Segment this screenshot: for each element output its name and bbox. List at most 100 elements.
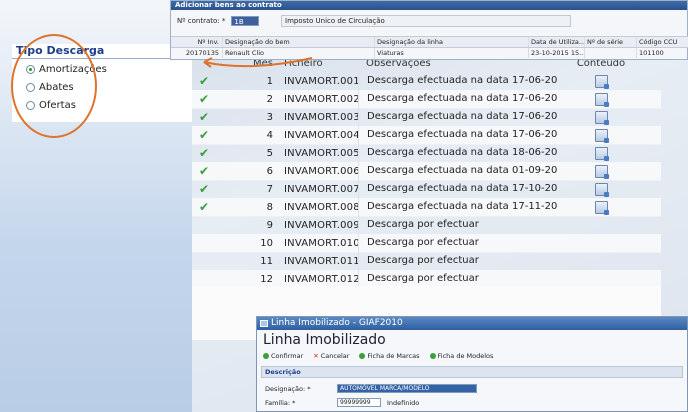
cell-observacoes: Descarga efectuada na data 17-10-20 (358, 180, 558, 198)
cell-mes: 6 (266, 165, 273, 177)
cell-observacoes: Descarga por efectuar (358, 234, 558, 252)
col-ninv[interactable]: Nº Inv. (171, 37, 223, 47)
cell-mes: 11 (260, 255, 273, 267)
cell-ficheiro: INVAMORT.008 (284, 201, 360, 213)
designacao-label: Designação: * (265, 384, 311, 393)
table-row[interactable]: 10 INVAMORT.010 Descarga por efectuar (192, 234, 661, 253)
document-icon[interactable] (594, 182, 609, 197)
check-icon: ✔ (199, 164, 210, 178)
document-icon[interactable] (594, 110, 609, 125)
cell-mes: 12 (260, 273, 273, 285)
table-row[interactable]: ✔ 6 INVAMORT.006 Descarga efectuada na data… (192, 162, 661, 181)
familia-desc: Indefinido (387, 398, 420, 407)
familia-label: Família: * (265, 398, 296, 407)
document-icon[interactable] (594, 200, 609, 215)
cell-conteudo (558, 128, 644, 143)
cell-observacoes: Descarga efectuada na data 17-06-20 (358, 72, 558, 90)
cell-mes: 8 (266, 201, 273, 213)
cell: Viaturas (375, 48, 529, 58)
window-heading: Linha Imobilizado (263, 332, 386, 348)
confirm-label: Confirmar (271, 352, 304, 360)
cell-mes: 7 (266, 183, 273, 195)
col-serie[interactable]: Nº de série (585, 37, 637, 47)
contract-number-row: Nº contrato: * 1B (177, 15, 260, 27)
document-icon[interactable] (594, 146, 609, 161)
table-row[interactable]: 9 INVAMORT.009 Descarga por efectuar (192, 216, 661, 235)
cell-ficheiro: INVAMORT.005 (284, 147, 360, 159)
document-icon[interactable] (594, 74, 609, 89)
cell (585, 48, 637, 58)
cell-observacoes: Descarga efectuada na data 17-06-20 (358, 90, 558, 108)
table-row[interactable]: ✔ 2 INVAMORT.002 Descarga efectuada na data… (192, 90, 661, 109)
cell-ficheiro: INVAMORT.012 (284, 273, 360, 285)
cancel-button[interactable]: ✕ Cancelar (313, 352, 349, 360)
empty-row (192, 286, 661, 305)
check-icon: ✔ (199, 110, 210, 124)
document-icon[interactable] (594, 92, 609, 107)
contract-window-title: Adicionar bens ao contrato (171, 1, 687, 10)
cell-observacoes: Descarga por efectuar (358, 252, 558, 270)
cell: 101100 (637, 48, 688, 58)
cell-ficheiro: INVAMORT.001 (284, 75, 360, 87)
contract-table: Nº Inv. Designação do bem Designação da … (171, 36, 688, 58)
highlight-circle (11, 34, 97, 138)
marcas-icon (359, 353, 366, 359)
descricao-section: Descrição (261, 366, 683, 378)
col-designacao-bem[interactable]: Designação do bem (223, 37, 375, 47)
ficha-modelos-button[interactable]: Ficha de Modelos (429, 352, 494, 360)
table-row[interactable]: ✔ 8 INVAMORT.008 Descarga efectuada na data… (192, 198, 661, 217)
contract-table-header: Nº Inv. Designação do bem Designação da … (171, 36, 688, 48)
confirm-button[interactable]: Confirmar (263, 352, 303, 360)
cell-conteudo (558, 74, 644, 89)
cell-conteudo (558, 110, 644, 125)
table-row[interactable]: ✔ 3 INVAMORT.003 Descarga efectuada na data… (192, 108, 661, 127)
cell-mes: 5 (266, 147, 273, 159)
cell-ficheiro: INVAMORT.002 (284, 93, 360, 105)
highlight-arrow (203, 57, 313, 68)
cell-ficheiro: INVAMORT.006 (284, 165, 360, 177)
confirm-icon (263, 353, 269, 359)
check-icon: ✔ (199, 92, 210, 106)
col-ccu[interactable]: Código CCU (637, 37, 688, 47)
cell-observacoes: Descarga por efectuar (358, 216, 558, 234)
cell-ficheiro: INVAMORT.011 (284, 255, 360, 267)
cancel-icon: ✕ (313, 352, 319, 360)
contract-number-input[interactable]: 1B (231, 16, 260, 26)
familia-input[interactable]: 99999999 (337, 398, 381, 407)
col-data[interactable]: Data de Utiliza... (529, 37, 585, 47)
cell-mes: 4 (266, 129, 273, 141)
check-icon: ✔ (199, 146, 210, 160)
cell-ficheiro: INVAMORT.007 (284, 183, 360, 195)
cell-conteudo (558, 92, 644, 107)
cell-mes: 9 (266, 219, 273, 231)
contract-description: Imposto Unico de Circulação (281, 15, 571, 27)
col-designacao-linha[interactable]: Designação da linha (375, 37, 529, 47)
document-icon[interactable] (594, 164, 609, 179)
cell-observacoes: Descarga efectuada na data 17-06-20 (358, 126, 558, 144)
document-icon[interactable] (594, 128, 609, 143)
cell-mes: 2 (266, 93, 273, 105)
cell-mes: 10 (260, 237, 273, 249)
contract-number-label: Nº contrato: * (177, 17, 226, 25)
cell-ficheiro: INVAMORT.003 (284, 111, 360, 123)
window-titlebar[interactable]: Linha Imobilizado - GIAF2010 (257, 317, 687, 330)
table-row[interactable]: ✔ 7 INVAMORT.007 Descarga efectuada na data… (192, 180, 661, 199)
cell-conteudo (558, 200, 644, 215)
table-row[interactable]: 11 INVAMORT.011 Descarga por efectuar (192, 252, 661, 271)
designacao-input[interactable]: AUTOMÓVEL MARCA/MODELO (337, 384, 477, 393)
cell-ficheiro: INVAMORT.004 (284, 129, 360, 141)
cell-observacoes: Descarga efectuada na data 18-06-20 (358, 144, 558, 162)
table-row[interactable]: ✔ 5 INVAMORT.005 Descarga efectuada na data… (192, 144, 661, 163)
ficha-marcas-button[interactable]: Ficha de Marcas (359, 352, 420, 360)
modelos-icon (429, 353, 436, 359)
table-row[interactable]: ✔ 4 INVAMORT.004 Descarga efectuada na data… (192, 126, 661, 145)
cell-observacoes: Descarga efectuada na data 17-06-20 (358, 108, 558, 126)
table-row[interactable]: ✔ 1 INVAMORT.001 Descarga efectuada na data… (192, 72, 661, 91)
cell-ficheiro: INVAMORT.010 (284, 237, 360, 249)
modelos-label: Ficha de Modelos (437, 352, 494, 360)
check-icon: ✔ (199, 200, 210, 214)
window-app-icon (260, 320, 268, 327)
window-title: Linha Imobilizado - GIAF2010 (271, 318, 403, 328)
check-icon: ✔ (199, 74, 210, 88)
cell-conteudo (558, 164, 644, 179)
